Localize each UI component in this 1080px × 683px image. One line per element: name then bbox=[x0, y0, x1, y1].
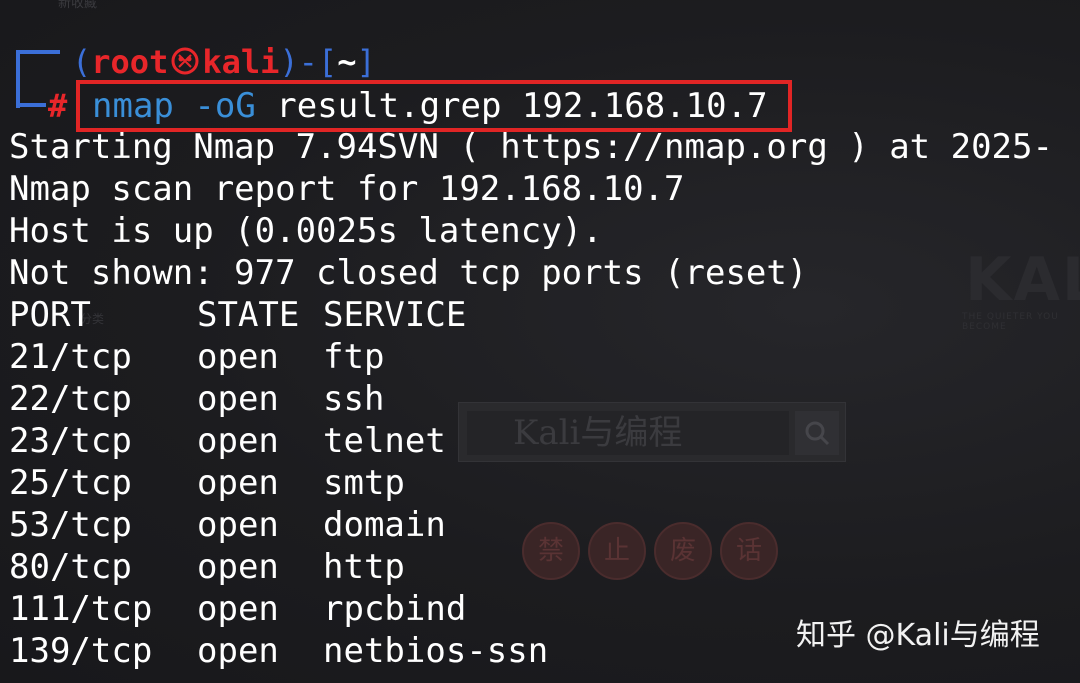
table-row: 21/tcp open ftp bbox=[9, 336, 384, 378]
output-line: Nmap scan report for 192.168.10.7 bbox=[9, 169, 685, 209]
state-cell: open bbox=[197, 463, 279, 503]
table-row: 53/tcp open domain bbox=[9, 504, 446, 546]
state-cell: open bbox=[197, 379, 279, 419]
prompt-line: ┌──((rootkali)-[~] bbox=[72, 43, 376, 81]
table-row: 80/tcp open http bbox=[9, 546, 405, 588]
service-header: SERVICE bbox=[323, 295, 467, 335]
terminal-output[interactable]: ┌──((rootkali)-[~] # nmap -oG result.gre… bbox=[0, 0, 1080, 683]
service-cell: domain bbox=[323, 505, 446, 545]
table-row: 25/tcp open smtp bbox=[9, 462, 405, 504]
table-row: 22/tcp open ssh bbox=[9, 378, 384, 420]
prompt-user: root bbox=[91, 43, 169, 81]
table-row: 111/tcp open rpcbind bbox=[9, 588, 466, 630]
port-cell: 25/tcp bbox=[9, 463, 132, 503]
state-cell: open bbox=[197, 421, 279, 461]
prompt-frame-corner bbox=[16, 103, 46, 107]
port-cell: 21/tcp bbox=[9, 337, 132, 377]
output-line: Starting Nmap 7.94SVN ( https://nmap.org… bbox=[9, 127, 1053, 167]
port-cell: 80/tcp bbox=[9, 547, 132, 587]
state-cell: open bbox=[197, 547, 279, 587]
state-cell: open bbox=[197, 589, 279, 629]
service-cell: ssh bbox=[323, 379, 385, 419]
service-cell: smtp bbox=[323, 463, 405, 503]
command-line: nmap -oG result.grep 192.168.10.7 bbox=[92, 84, 768, 128]
port-header: PORT bbox=[9, 295, 91, 335]
port-cell: 53/tcp bbox=[9, 505, 132, 545]
state-cell: open bbox=[197, 505, 279, 545]
prompt-hash: # bbox=[48, 87, 68, 125]
state-header: STATE bbox=[197, 295, 300, 335]
prompt-end-bracket: ] bbox=[356, 43, 376, 81]
service-cell: telnet bbox=[323, 421, 446, 461]
kali-skull-icon bbox=[171, 47, 199, 75]
service-cell: http bbox=[323, 547, 405, 587]
ports-table-header: PORT STATE SERVICE bbox=[9, 294, 466, 336]
state-cell: open bbox=[197, 631, 279, 671]
state-cell: open bbox=[197, 337, 279, 377]
service-cell: netbios-ssn bbox=[323, 631, 549, 671]
prompt-close-bracket: )-[ bbox=[279, 43, 338, 81]
output-line: Not shown: 977 closed tcp ports (reset) bbox=[9, 253, 808, 293]
output-line: Host is up (0.0025s latency). bbox=[9, 211, 603, 251]
service-cell: rpcbind bbox=[323, 589, 467, 629]
zhihu-watermark: 知乎 @Kali与编程 bbox=[796, 618, 1040, 653]
terminal-screenshot: 新收藏 分类 KALI THE QUIETER YOU BECOME Kali与… bbox=[0, 0, 1080, 683]
command-flag: -oG bbox=[194, 86, 256, 126]
command-program: nmap bbox=[92, 86, 174, 126]
port-cell: 111/tcp bbox=[9, 589, 153, 629]
prompt-directory: ~ bbox=[337, 43, 357, 81]
prompt-host: kali bbox=[202, 43, 280, 81]
port-cell: 22/tcp bbox=[9, 379, 132, 419]
service-cell: ftp bbox=[323, 337, 385, 377]
port-cell: 139/tcp bbox=[9, 631, 153, 671]
port-cell: 23/tcp bbox=[9, 421, 132, 461]
table-row: 23/tcp open telnet bbox=[9, 420, 446, 462]
table-row: 139/tcp open netbios-ssn bbox=[9, 630, 548, 672]
command-args: result.grep 192.168.10.7 bbox=[276, 86, 768, 126]
